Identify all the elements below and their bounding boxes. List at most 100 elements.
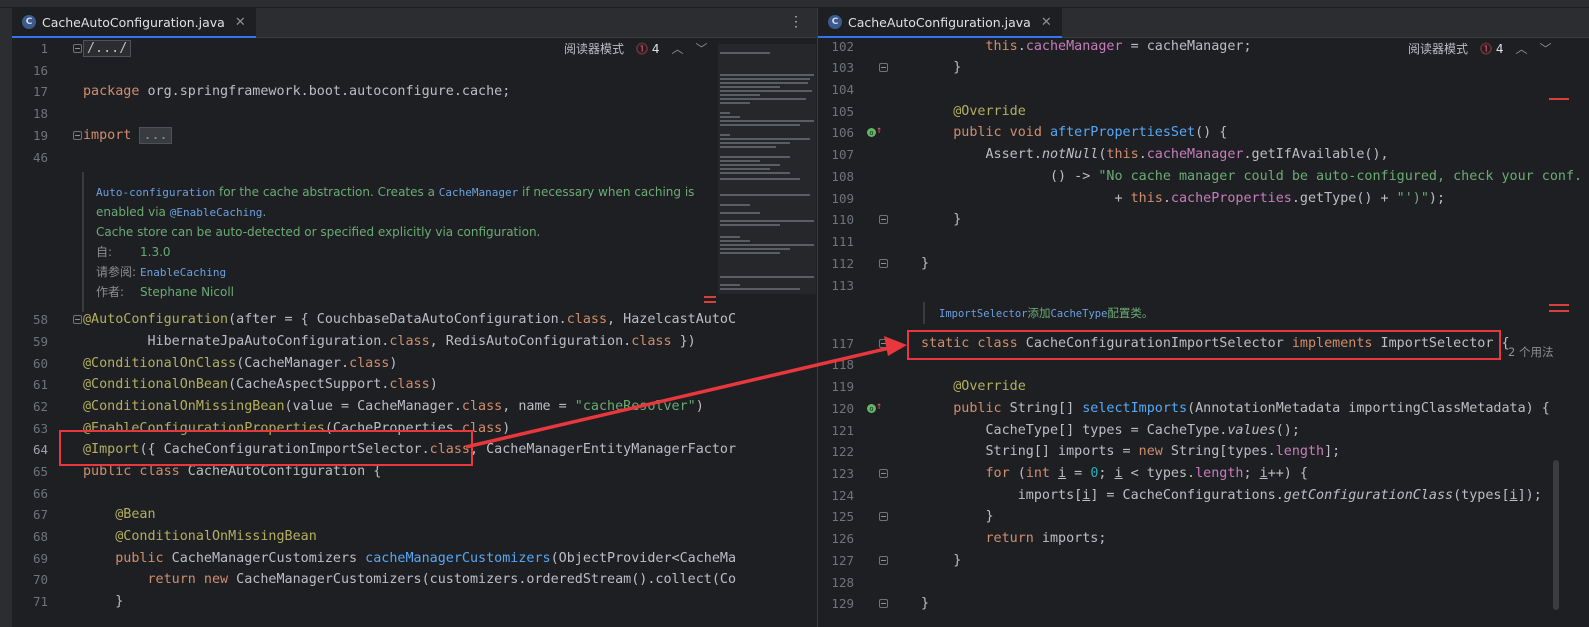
line-number[interactable]: 66 [12,483,48,505]
chevron-up-icon[interactable]: ︿ [1516,40,1528,57]
line-number[interactable]: 129 [818,593,854,615]
line-number[interactable]: 60 [12,353,48,375]
line-number[interactable]: 117 [818,333,854,355]
fold-marker-icon[interactable] [879,339,888,348]
code-line[interactable]: } [921,253,929,275]
line-number[interactable]: 65 [12,461,48,483]
fold-marker-icon[interactable] [879,556,888,565]
line-number[interactable]: 103 [818,57,854,79]
line-number[interactable]: 109 [818,188,854,210]
code-line[interactable]: import ... [83,125,172,147]
line-number[interactable]: 120 [818,398,854,420]
line-number[interactable]: 1 [12,38,48,60]
line-number[interactable]: 128 [818,572,854,594]
code-line[interactable]: return imports; [921,528,1107,550]
code-line[interactable]: @ConditionalOnBean(CacheAspectSupport.cl… [83,374,438,396]
override-arrow-icon[interactable]: ↑ [876,401,882,412]
error-stripe-mark[interactable] [1549,304,1569,306]
fold-marker-icon[interactable] [879,259,888,268]
code-line[interactable]: } [921,593,929,615]
code-line[interactable]: String[] imports = new String[types.leng… [921,441,1340,463]
line-number[interactable]: 122 [818,441,854,463]
scrollbar-thumb[interactable] [1553,460,1559,610]
usages-hint[interactable]: 2 个用法 [1508,344,1553,360]
implements-gutter-icon[interactable]: o [867,128,876,137]
line-number[interactable]: 126 [818,528,854,550]
code-line[interactable]: public void afterPropertiesSet() { [921,122,1227,144]
line-number[interactable]: 108 [818,166,854,188]
implements-gutter-icon[interactable]: o [867,404,876,413]
line-number[interactable]: 58 [12,309,48,331]
code-line[interactable]: @ConditionalOnClass(CacheManager.class) [83,353,397,375]
line-number[interactable]: 63 [12,418,48,440]
line-number[interactable]: 59 [12,331,48,353]
line-number[interactable]: 106 [818,122,854,144]
code-line[interactable]: package org.springframework.boot.autocon… [83,81,510,103]
error-stripe-mark[interactable] [1549,98,1569,100]
editor-tab[interactable]: C CacheAutoConfiguration.java ✕ [12,8,256,38]
code-line[interactable]: this.cacheManager = cacheManager; [921,36,1252,58]
line-number[interactable]: 112 [818,253,854,275]
line-number[interactable]: 119 [818,376,854,398]
more-options-icon[interactable]: ⋮ [789,14,803,30]
line-number[interactable]: 107 [818,144,854,166]
line-number[interactable]: 61 [12,374,48,396]
code-line[interactable]: /.../ [83,38,132,60]
line-number[interactable]: 105 [818,101,854,123]
reader-mode-button[interactable]: 阅读器模式 [1408,40,1468,57]
code-line[interactable]: CacheType[] types = CacheType.values(); [921,420,1299,442]
code-line[interactable]: @AutoConfiguration(after = { CouchbaseDa… [83,309,736,331]
chevron-down-icon[interactable]: ﹀ [1540,40,1552,57]
line-number[interactable]: 71 [12,591,48,613]
fold-marker-icon[interactable] [73,44,82,53]
line-number[interactable]: 69 [12,548,48,570]
code-line[interactable]: HibernateJpaAutoConfiguration.class, Red… [83,331,695,353]
error-indicator[interactable]: ⓵ 4 [1480,40,1503,57]
fold-marker-icon[interactable] [879,512,888,521]
line-number[interactable]: 111 [818,231,854,253]
code-line[interactable]: } [921,506,993,528]
close-icon[interactable]: ✕ [1041,15,1052,30]
code-line[interactable]: Assert.notNull(this.cacheManager.getIfAv… [921,144,1388,166]
line-number[interactable]: 46 [12,147,48,169]
error-stripe-mark[interactable] [704,301,716,303]
line-number[interactable]: 113 [818,275,854,297]
code-minimap[interactable] [718,44,816,294]
line-number[interactable]: 70 [12,569,48,591]
line-number[interactable]: 18 [12,103,48,125]
error-stripe-mark[interactable] [1549,310,1569,312]
line-number[interactable]: 64 [12,439,48,461]
code-line[interactable]: } [921,57,961,79]
see-link[interactable]: EnableCaching [140,266,226,279]
line-number[interactable]: 19 [12,125,48,147]
code-line[interactable]: @ConditionalOnMissingBean [83,526,317,548]
line-number[interactable]: 123 [818,463,854,485]
line-number[interactable]: 62 [12,396,48,418]
fold-marker-icon[interactable] [879,469,888,478]
line-number[interactable]: 16 [12,60,48,82]
fold-marker-icon[interactable] [73,131,82,140]
line-number[interactable]: 104 [818,79,854,101]
chevron-down-icon[interactable]: ﹀ [696,40,708,57]
code-line[interactable]: } [921,209,961,231]
fold-marker-icon[interactable] [879,63,888,72]
line-number[interactable]: 102 [818,36,854,58]
code-line[interactable]: @Bean [83,504,155,526]
code-line[interactable]: public CacheManagerCustomizers cacheMana… [83,548,736,570]
fold-marker-icon[interactable] [73,315,82,324]
chevron-up-icon[interactable]: ︿ [672,40,684,57]
code-line[interactable]: for (int i = 0; i < types.length; i++) { [921,463,1309,485]
override-arrow-icon[interactable]: ↑ [876,125,882,136]
code-line[interactable]: } [921,550,961,572]
code-line[interactable]: public String[] selectImports(Annotation… [921,398,1550,420]
editor-tab[interactable]: C CacheAutoConfiguration.java ✕ [818,8,1062,38]
fold-marker-icon[interactable] [879,215,888,224]
code-line[interactable]: () -> "No cache manager could be auto-co… [921,166,1582,188]
close-icon[interactable]: ✕ [235,15,246,30]
code-line[interactable]: + this.cacheProperties.getType() + "')")… [921,188,1445,210]
code-line[interactable]: @Override [921,376,1026,398]
error-indicator[interactable]: ⓵ 4 [636,40,659,57]
line-number[interactable]: 118 [818,354,854,376]
line-number[interactable]: 124 [818,485,854,507]
line-number[interactable]: 121 [818,420,854,442]
